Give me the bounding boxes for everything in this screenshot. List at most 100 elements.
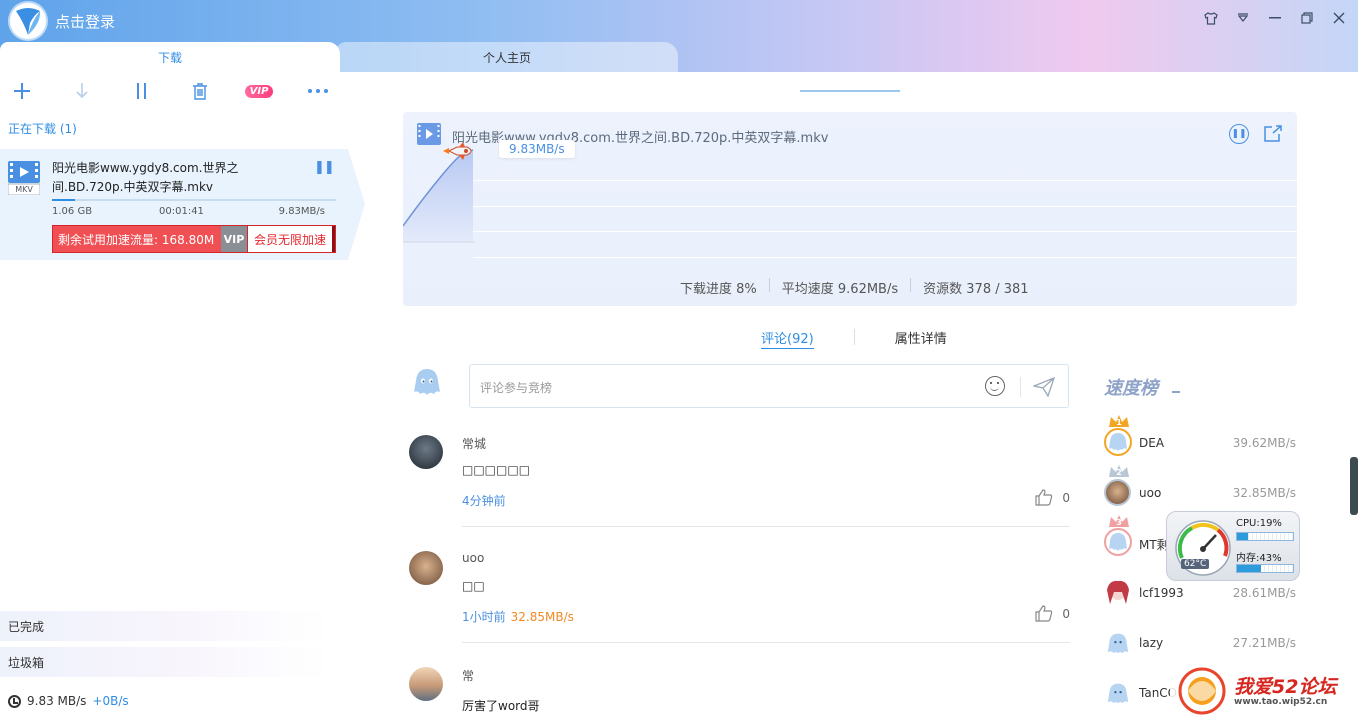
like-count: 0 (1062, 490, 1070, 505)
comment-author[interactable]: 常城 (462, 435, 1070, 452)
comment-body: □□□□□□ (462, 463, 531, 477)
rank-number: 3 (1116, 518, 1122, 527)
vip-badge: VIP (244, 84, 274, 98)
rank-number: 2 (1116, 468, 1122, 477)
skin-icon[interactable] (1202, 8, 1220, 28)
vip-button[interactable]: VIP (244, 80, 274, 102)
comment-time: 4分钟前 (462, 494, 506, 508)
comment-body: □□ (462, 579, 485, 593)
download-item[interactable]: MKV 阳光电影www.ygdy8.com.世界之间.BD.720p.中英双字幕… (0, 149, 365, 260)
thumbs-up-icon (1035, 605, 1053, 622)
trial-traffic-text: 剩余试用加速流量: 168.80M (53, 226, 221, 252)
restore-icon[interactable] (1298, 8, 1316, 28)
open-external-icon[interactable] (1263, 125, 1283, 146)
delete-icon[interactable] (190, 80, 210, 102)
more-icon[interactable] (307, 80, 329, 102)
comment-divider (462, 642, 1070, 643)
comment-author[interactable]: 常 (462, 667, 1070, 684)
progress-stat: 下载进度 8% (680, 282, 757, 297)
ranking-row[interactable]: lcf1993 28.61MB/s (1104, 578, 1298, 608)
emoji-icon[interactable] (985, 376, 1005, 396)
like-button[interactable]: 0 (1035, 489, 1070, 506)
memory-usage-fill (1237, 565, 1262, 572)
like-count: 0 (1062, 606, 1070, 621)
trash-section[interactable]: 垃圾箱 (0, 647, 330, 677)
comment-author[interactable]: uoo (462, 551, 1070, 565)
comment-input[interactable]: 评论参与竞榜 (469, 364, 1069, 408)
ghost-avatar-icon (1107, 683, 1129, 704)
system-monitor-widget[interactable]: 62°C CPU:19% 内存:43% (1166, 511, 1300, 581)
user-avatar[interactable] (409, 435, 443, 469)
watermark-url: www.tao.wip52.cn (1234, 697, 1328, 707)
rank-user-name: lazy (1139, 636, 1164, 650)
comment-item: 常 厉害了word哥 (462, 667, 1070, 713)
side-scroll-handle[interactable] (1350, 457, 1358, 515)
rank-speed: 28.61MB/s (1232, 586, 1296, 600)
rank-speed: 32.85MB/s (1232, 486, 1296, 500)
tab-home[interactable]: 个人主页 (336, 42, 678, 72)
ghost-avatar-icon (1104, 428, 1132, 456)
rank-user-name: MT剩 (1139, 538, 1169, 552)
download-pane: VIP 正在下载 (1) MKV 阳光电影www.ygdy8.com.世界之间.… (0, 72, 370, 719)
graph-pause-icon[interactable]: ❚❚ (1229, 124, 1249, 144)
forum-logo-icon (1178, 667, 1226, 715)
tab-properties[interactable]: 属性详情 (895, 328, 947, 349)
upload-speed: +0B/s (92, 694, 129, 708)
app-logo[interactable] (10, 3, 46, 39)
rank-user-name: lcf1993 (1139, 586, 1184, 600)
login-link[interactable]: 点击登录 (55, 11, 115, 32)
temperature-readout: 62°C (1181, 559, 1210, 569)
comment-speed: 32.85MB/s (510, 610, 574, 624)
cpu-usage-fill (1237, 533, 1248, 540)
cpu-usage-bar (1236, 532, 1294, 541)
ghost-avatar-icon (1107, 633, 1129, 654)
add-icon[interactable] (12, 80, 32, 102)
like-button[interactable]: 0 (1035, 605, 1070, 622)
window-controls (1202, 8, 1348, 28)
comment-item: 常城 □□□□□□ 4分钟前 0 (462, 435, 1070, 527)
total-download-speed: 9.83 MB/s (27, 694, 87, 708)
stat-divider (768, 278, 770, 292)
input-divider (1020, 377, 1021, 397)
rank-user-name: DEA (1139, 436, 1165, 450)
completed-section[interactable]: 已完成 (0, 611, 330, 641)
download-progress-fill (52, 199, 75, 201)
comment-item: uoo □□ 1小时前 32.85MB/s 0 (462, 551, 1070, 643)
vip-tag: VIP (221, 226, 247, 252)
average-speed-stat: 平均速度 9.62MB/s (781, 282, 899, 297)
pause-item-icon[interactable]: ❚❚ (314, 160, 335, 175)
ranking-row[interactable]: 1 DEA 39.62MB/s (1104, 415, 1298, 458)
speed-clock-icon (8, 694, 21, 708)
tab-indicator-line (800, 90, 900, 92)
download-item-title: 阳光电影www.ygdy8.com.世界之间.BD.720p.中英双字幕.mkv (52, 161, 239, 194)
ranking-row[interactable]: lazy 27.21MB/s (1104, 628, 1298, 658)
download-size: 1.06 GB (52, 206, 93, 217)
comment-placeholder: 评论参与竞榜 (480, 381, 553, 395)
video-file-icon: MKV (7, 161, 41, 196)
downloading-section-label[interactable]: 正在下载 (1) (8, 120, 77, 137)
tab-download[interactable]: 下载 (0, 42, 340, 72)
tab-comments[interactable]: 评论(92) (761, 328, 814, 349)
minimize-icon[interactable] (1266, 8, 1284, 28)
pause-all-icon[interactable] (132, 80, 152, 102)
user-avatar[interactable] (409, 551, 443, 585)
status-speed: 9.83 MB/s +0B/s (8, 694, 129, 708)
anime-avatar-icon (1107, 580, 1129, 604)
comment-divider (462, 526, 1070, 527)
close-icon[interactable] (1330, 8, 1348, 28)
my-avatar (410, 366, 444, 400)
download-toolbar: VIP (12, 80, 352, 102)
current-speed-tooltip: 9.83MB/s (499, 140, 575, 158)
send-icon[interactable] (1031, 376, 1056, 400)
ranking-row[interactable]: 2 uoo 32.85MB/s (1104, 465, 1298, 508)
download-arrow-icon[interactable] (72, 80, 92, 102)
acceleration-bar: 剩余试用加速流量: 168.80M VIP 会员无限加速 (52, 225, 336, 253)
rank-avatar (1104, 479, 1131, 506)
video-play-icon (417, 123, 441, 148)
menu-dropdown-icon[interactable] (1234, 8, 1252, 28)
rank-number: 1 (1116, 418, 1122, 427)
download-progress-bar (52, 199, 336, 201)
user-avatar[interactable] (409, 667, 443, 701)
forum-watermark: 我爱52论坛 www.tao.wip52.cn (1170, 664, 1358, 719)
vip-accelerate-button[interactable]: 会员无限加速 (247, 226, 335, 252)
